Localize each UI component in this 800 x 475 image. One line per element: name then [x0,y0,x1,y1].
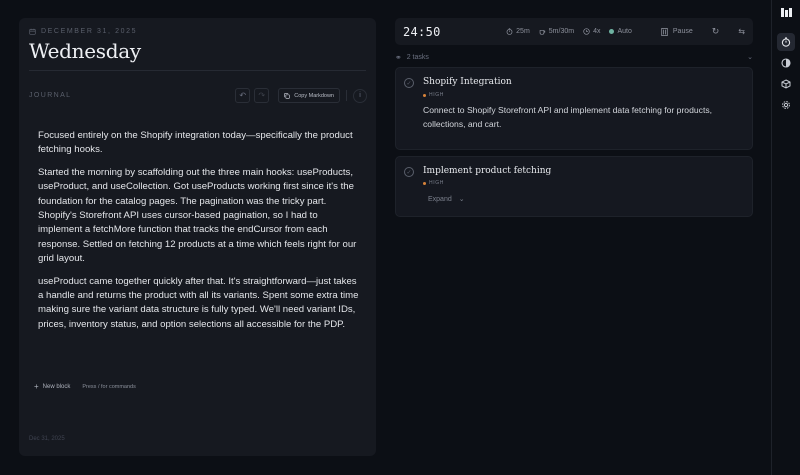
priority-dot-icon [423,93,426,97]
page-title: Wednesday [29,39,141,63]
cycle-count[interactable]: 4x [583,28,600,35]
journal-date: DECEMBER 31, 2025 [41,28,138,35]
link-icon: ⚭ [395,52,402,62]
divider [29,70,366,71]
new-block-label: New block [42,383,71,390]
gear-icon [782,101,790,109]
journal-paragraph[interactable]: Started the morning by scaffolding out t… [38,166,360,267]
auto-mode-toggle[interactable]: Auto [609,28,632,35]
cycle-count-value: 4x [593,28,601,35]
check-icon: ✓ [406,80,412,87]
app-window: DECEMBER 31, 2025 Wednesday JOURNAL ↶ ↷ … [0,0,800,475]
sidebar-item-projects[interactable] [777,75,795,93]
tasks-header[interactable]: ⚭ 2 tasks ⌄ [395,51,753,63]
task-card[interactable]: ✓ Implement product fetching HIGH Expand… [395,156,753,217]
auto-indicator-icon [609,29,615,34]
half-circle-icon [781,58,791,68]
copy-icon [284,92,291,99]
journal-panel: DECEMBER 31, 2025 Wednesday JOURNAL ↶ ↷ … [19,18,376,456]
chevron-down-icon: ⌄ [458,196,465,203]
task-checkbox[interactable]: ✓ [404,167,414,177]
timer-value: 24:50 [403,24,441,39]
journal-paragraph[interactable]: Focused entirely on the Shopify integrat… [38,129,360,158]
sidebar [772,0,800,475]
priority-badge: HIGH [423,92,444,98]
info-icon: i [359,92,361,99]
cube-icon [781,79,791,89]
logo-icon [781,8,792,17]
calendar-icon [29,28,36,35]
date-row: DECEMBER 31, 2025 [29,28,137,35]
focus-duration-value: 25m [516,28,530,35]
redo-button[interactable]: ↷ [254,88,270,103]
info-button[interactable]: i [353,88,367,103]
timer-icon [781,37,791,47]
sidebar-item-settings[interactable] [777,96,795,114]
timer-bar: 24:50 25m 5m/30m 4x Auto Pause ↻ ⇆ [395,18,753,45]
priority-label: HIGH [429,92,444,98]
expand-label: Expand [428,195,452,203]
pause-button[interactable]: Pause [661,27,693,36]
new-block-hint: Press / for commands [82,383,136,390]
sidebar-item-timer[interactable] [777,33,795,51]
journal-toolbar: ↶ ↷ Copy Markdown i [235,88,367,103]
pause-icon [661,27,668,36]
undo-button[interactable]: ↶ [235,88,251,103]
copy-markdown-label: Copy Markdown [294,92,334,99]
new-block-button[interactable]: + New block Press / for commands [34,382,136,391]
journal-paragraph[interactable]: useProduct came together quickly after t… [38,275,360,333]
coffee-icon [539,30,545,35]
task-checkbox[interactable]: ✓ [404,78,414,88]
redo-icon: ↷ [258,91,266,100]
section-label: JOURNAL [29,92,72,99]
task-title: Shopify Integration [423,77,512,87]
priority-badge: HIGH [423,180,444,186]
check-icon: ✓ [406,169,412,176]
task-title: Implement product fetching [423,166,552,176]
task-card[interactable]: ✓ Shopify Integration HIGH Connect to Sh… [395,67,753,150]
task-count: 2 tasks [406,53,429,61]
undo-icon: ↶ [239,91,247,100]
copy-markdown-button[interactable]: Copy Markdown [278,88,340,103]
priority-label: HIGH [429,180,444,186]
plus-icon: + [34,382,39,391]
auto-mode-label: Auto [617,28,632,35]
footer-date: Dec 31, 2025 [29,436,65,442]
brand-logo[interactable] [781,8,792,20]
break-duration[interactable]: 5m/30m [539,28,574,35]
sidebar-item-stats[interactable] [777,54,795,72]
task-description: Connect to Shopify Storefront API and im… [423,105,713,129]
chevron-down-icon[interactable]: ⌄ [747,53,753,61]
priority-dot-icon [423,181,426,185]
timer-stats: 25m 5m/30m 4x Auto Pause ↻ ⇆ [506,26,745,37]
expand-button[interactable]: Expand ⌄ [428,195,465,204]
clock-icon [583,28,590,35]
toolbar-separator [346,90,347,101]
pause-label: Pause [672,28,693,35]
journal-body[interactable]: Focused entirely on the Shopify integrat… [38,129,360,340]
focus-duration[interactable]: 25m [506,28,530,35]
reset-icon[interactable]: ↻ [712,26,720,37]
swap-icon[interactable]: ⇆ [738,27,745,36]
stopwatch-icon [506,28,513,35]
break-duration-value: 5m/30m [548,28,575,35]
